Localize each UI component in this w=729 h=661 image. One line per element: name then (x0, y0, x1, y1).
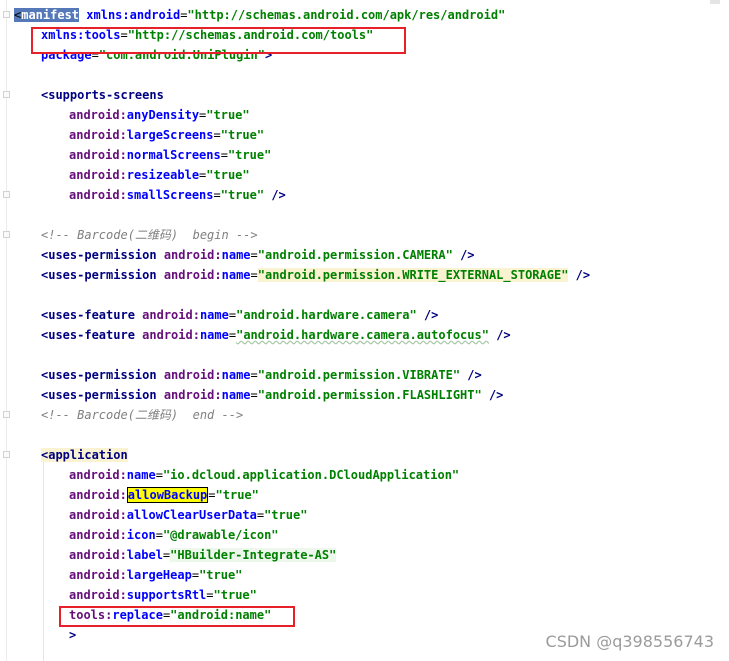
code-line-permission-vibrate[interactable]: <uses-permission android:name="android.p… (41, 366, 482, 384)
gutter-guide (6, 0, 7, 661)
manifest-tag-selected: <manifest (14, 8, 80, 22)
code-editor[interactable]: <manifest xmlns:android="http://schemas.… (0, 0, 729, 661)
code-line-attr[interactable]: android:label="HBuilder-Integrate-AS" (69, 546, 337, 564)
comment-barcode-end[interactable]: <!-- Barcode(二维码) end --> (41, 406, 243, 424)
annotation-box-tools-replace (59, 606, 295, 627)
comment-barcode-begin[interactable]: <!-- Barcode(二维码) begin --> (41, 226, 258, 244)
indent-guide (43, 462, 44, 661)
code-line-attr[interactable]: android:name="io.dcloud.application.DClo… (69, 466, 459, 484)
csdn-watermark: CSDN @q398556743 (545, 632, 714, 651)
annotation-box-xmlns-tools (31, 27, 406, 54)
code-line-attr[interactable]: android:normalScreens="true" (69, 146, 271, 164)
fold-marker[interactable] (3, 231, 10, 238)
code-line-application-close[interactable]: > (69, 626, 76, 644)
code-line-attr[interactable]: android:largeScreens="true" (69, 126, 264, 144)
code-line-attr[interactable]: android:allowBackup="true" (69, 486, 259, 504)
scroll-indicator[interactable] (710, 0, 720, 4)
code-line-permission-storage[interactable]: <uses-permission android:name="android.p… (41, 266, 590, 284)
allow-backup-highlight: allowBackup (126, 487, 209, 503)
code-line-feature-autofocus[interactable]: <uses-feature android:name="android.hard… (41, 326, 511, 344)
code-line-permission-flashlight[interactable]: <uses-permission android:name="android.p… (41, 386, 503, 404)
code-line-supports-screens[interactable]: <supports-screens (41, 86, 164, 104)
fold-marker[interactable] (3, 411, 10, 418)
fold-marker[interactable] (3, 91, 10, 98)
storage-permission-value: "android.permission.WRITE_EXTERNAL_STORA… (257, 268, 569, 282)
code-line-attr[interactable]: android:allowClearUserData="true" (69, 506, 307, 524)
code-line-attr[interactable]: android:icon="@drawable/icon" (69, 526, 279, 544)
fold-marker[interactable] (3, 191, 10, 198)
fold-marker[interactable] (3, 11, 10, 18)
code-line-feature-camera[interactable]: <uses-feature android:name="android.hard… (41, 306, 438, 324)
code-line-attr[interactable]: android:smallScreens="true" /> (69, 186, 286, 204)
xmlns-android-value: "http://schemas.android.com/apk/res/andr… (187, 8, 506, 22)
application-tag: <application (41, 448, 128, 462)
code-line-permission-camera[interactable]: <uses-permission android:name="android.p… (41, 246, 475, 264)
fold-marker[interactable] (3, 451, 10, 458)
supports-screens-tag: <supports-screens (41, 88, 164, 102)
code-line-application[interactable]: <application (41, 446, 128, 464)
xmlns-android-attr: xmlns:android (86, 8, 181, 22)
code-line-attr[interactable]: android:resizeable="true" (69, 166, 250, 184)
code-line-attr[interactable]: android:supportsRtl="true" (69, 586, 257, 604)
code-line-attr[interactable]: android:largeHeap="true" (69, 566, 242, 584)
code-line-manifest[interactable]: <manifest xmlns:android="http://schemas.… (14, 6, 505, 24)
code-line-attr[interactable]: android:anyDensity="true" (69, 106, 250, 124)
